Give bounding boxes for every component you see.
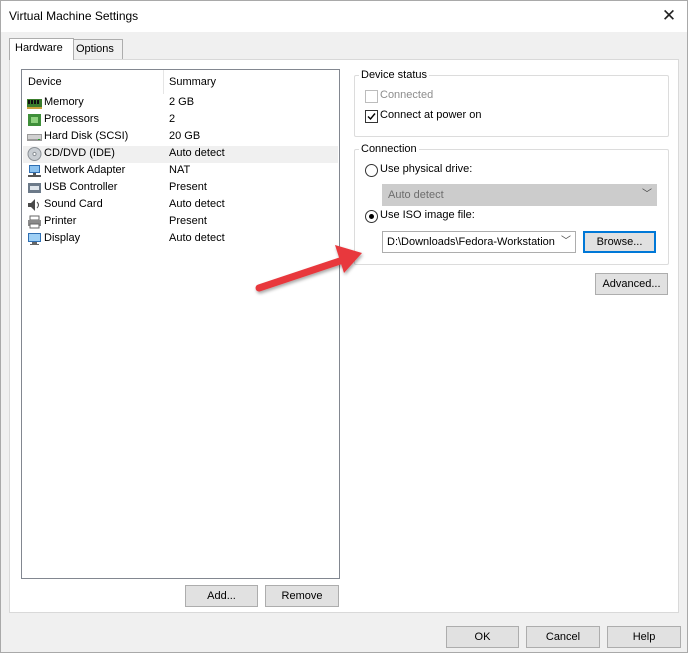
sound-card-icon [28, 199, 39, 211]
device-summary: 20 GB [169, 130, 201, 142]
connected-checkbox[interactable] [365, 90, 378, 103]
usb-icon [28, 183, 41, 193]
header-separator [163, 70, 164, 94]
device-summary: Auto detect [169, 232, 225, 244]
window-title: Virtual Machine Settings [9, 9, 139, 23]
device-status-title: Device status [359, 69, 430, 81]
device-status-group [354, 75, 669, 137]
physical-drive-select[interactable]: Auto detect ﹀ [382, 184, 657, 206]
iso-image-label: Use ISO image file: [380, 209, 475, 221]
device-name: CD/DVD (IDE) [44, 147, 115, 159]
iso-image-radio[interactable] [365, 210, 378, 223]
device-row-network-adapter[interactable]: Network Adapter NAT [23, 163, 338, 180]
summary-column-header[interactable]: Summary [169, 70, 216, 94]
remove-button[interactable]: Remove [265, 585, 339, 607]
device-name: USB Controller [44, 181, 118, 193]
chevron-down-icon: ﹀ [642, 189, 652, 200]
device-summary: 2 [169, 113, 176, 125]
help-button[interactable]: Help [607, 626, 681, 648]
tab-options[interactable]: Options [70, 39, 123, 59]
physical-drive-value: Auto detect [388, 189, 444, 201]
device-summary: Present [169, 215, 207, 227]
annotation-arrow [255, 245, 362, 292]
device-name: Hard Disk (SCSI) [44, 130, 129, 142]
chevron-down-icon: ﹀ [559, 232, 571, 252]
iso-path-value: D:\Downloads\Fedora-Workstation [387, 236, 555, 248]
device-summary: Auto detect [169, 147, 225, 159]
device-row-memory[interactable]: Memory 2 GB [23, 95, 338, 112]
cd-dvd-icon [27, 147, 42, 161]
device-list[interactable]: Device Summary Memory 2 GB Processors 2 … [21, 69, 340, 579]
device-summary: Present [169, 181, 207, 193]
device-row-printer[interactable]: Printer Present [23, 214, 338, 231]
connection-title: Connection [359, 143, 419, 155]
advanced-button[interactable]: Advanced... [595, 273, 668, 295]
device-name: Sound Card [44, 198, 103, 210]
connect-power-on-label: Connect at power on [380, 109, 482, 121]
tab-hardware-label: Hardware [15, 42, 63, 54]
device-row-usb-controller[interactable]: USB Controller Present [23, 180, 338, 197]
close-icon[interactable]: ✕ [657, 4, 681, 28]
tab-hardware[interactable]: Hardware [9, 38, 74, 60]
checkmark-icon [367, 113, 376, 121]
device-name: Memory [44, 96, 84, 108]
cancel-button[interactable]: Cancel [526, 626, 600, 648]
memory-icon [27, 99, 42, 109]
printer-icon [28, 215, 41, 229]
device-column-header[interactable]: Device [28, 70, 62, 94]
display-icon [28, 233, 41, 245]
add-button[interactable]: Add... [185, 585, 258, 607]
tab-options-label: Options [76, 43, 114, 55]
iso-path-combobox[interactable]: D:\Downloads\Fedora-Workstation ﹀ [382, 231, 576, 253]
title-bar: Virtual Machine Settings ✕ [1, 1, 687, 32]
device-name: Processors [44, 113, 100, 125]
connected-label: Connected [380, 89, 434, 101]
device-row-cd-dvd[interactable]: CD/DVD (IDE) Auto detect [23, 146, 338, 163]
device-summary: NAT [169, 164, 191, 176]
hard-disk-icon [27, 134, 42, 141]
dialog-window: Virtual Machine Settings ✕ Hardware Opti… [0, 0, 688, 653]
ok-button[interactable]: OK [446, 626, 519, 648]
browse-button[interactable]: Browse... [583, 231, 656, 253]
connect-power-on-checkbox[interactable] [365, 110, 378, 123]
device-row-processors[interactable]: Processors 2 [23, 112, 338, 129]
physical-drive-radio[interactable] [365, 164, 378, 177]
device-summary: Auto detect [169, 198, 225, 210]
device-summary: 2 GB [169, 96, 195, 108]
device-row-sound-card[interactable]: Sound Card Auto detect [23, 197, 338, 214]
physical-drive-label: Use physical drive: [380, 163, 473, 175]
processor-icon [28, 114, 41, 126]
device-name: Network Adapter [44, 164, 126, 176]
network-adapter-icon [28, 165, 41, 177]
device-name: Printer [44, 215, 77, 227]
device-row-hard-disk[interactable]: Hard Disk (SCSI) 20 GB [23, 129, 338, 146]
device-name: Display [44, 232, 81, 244]
